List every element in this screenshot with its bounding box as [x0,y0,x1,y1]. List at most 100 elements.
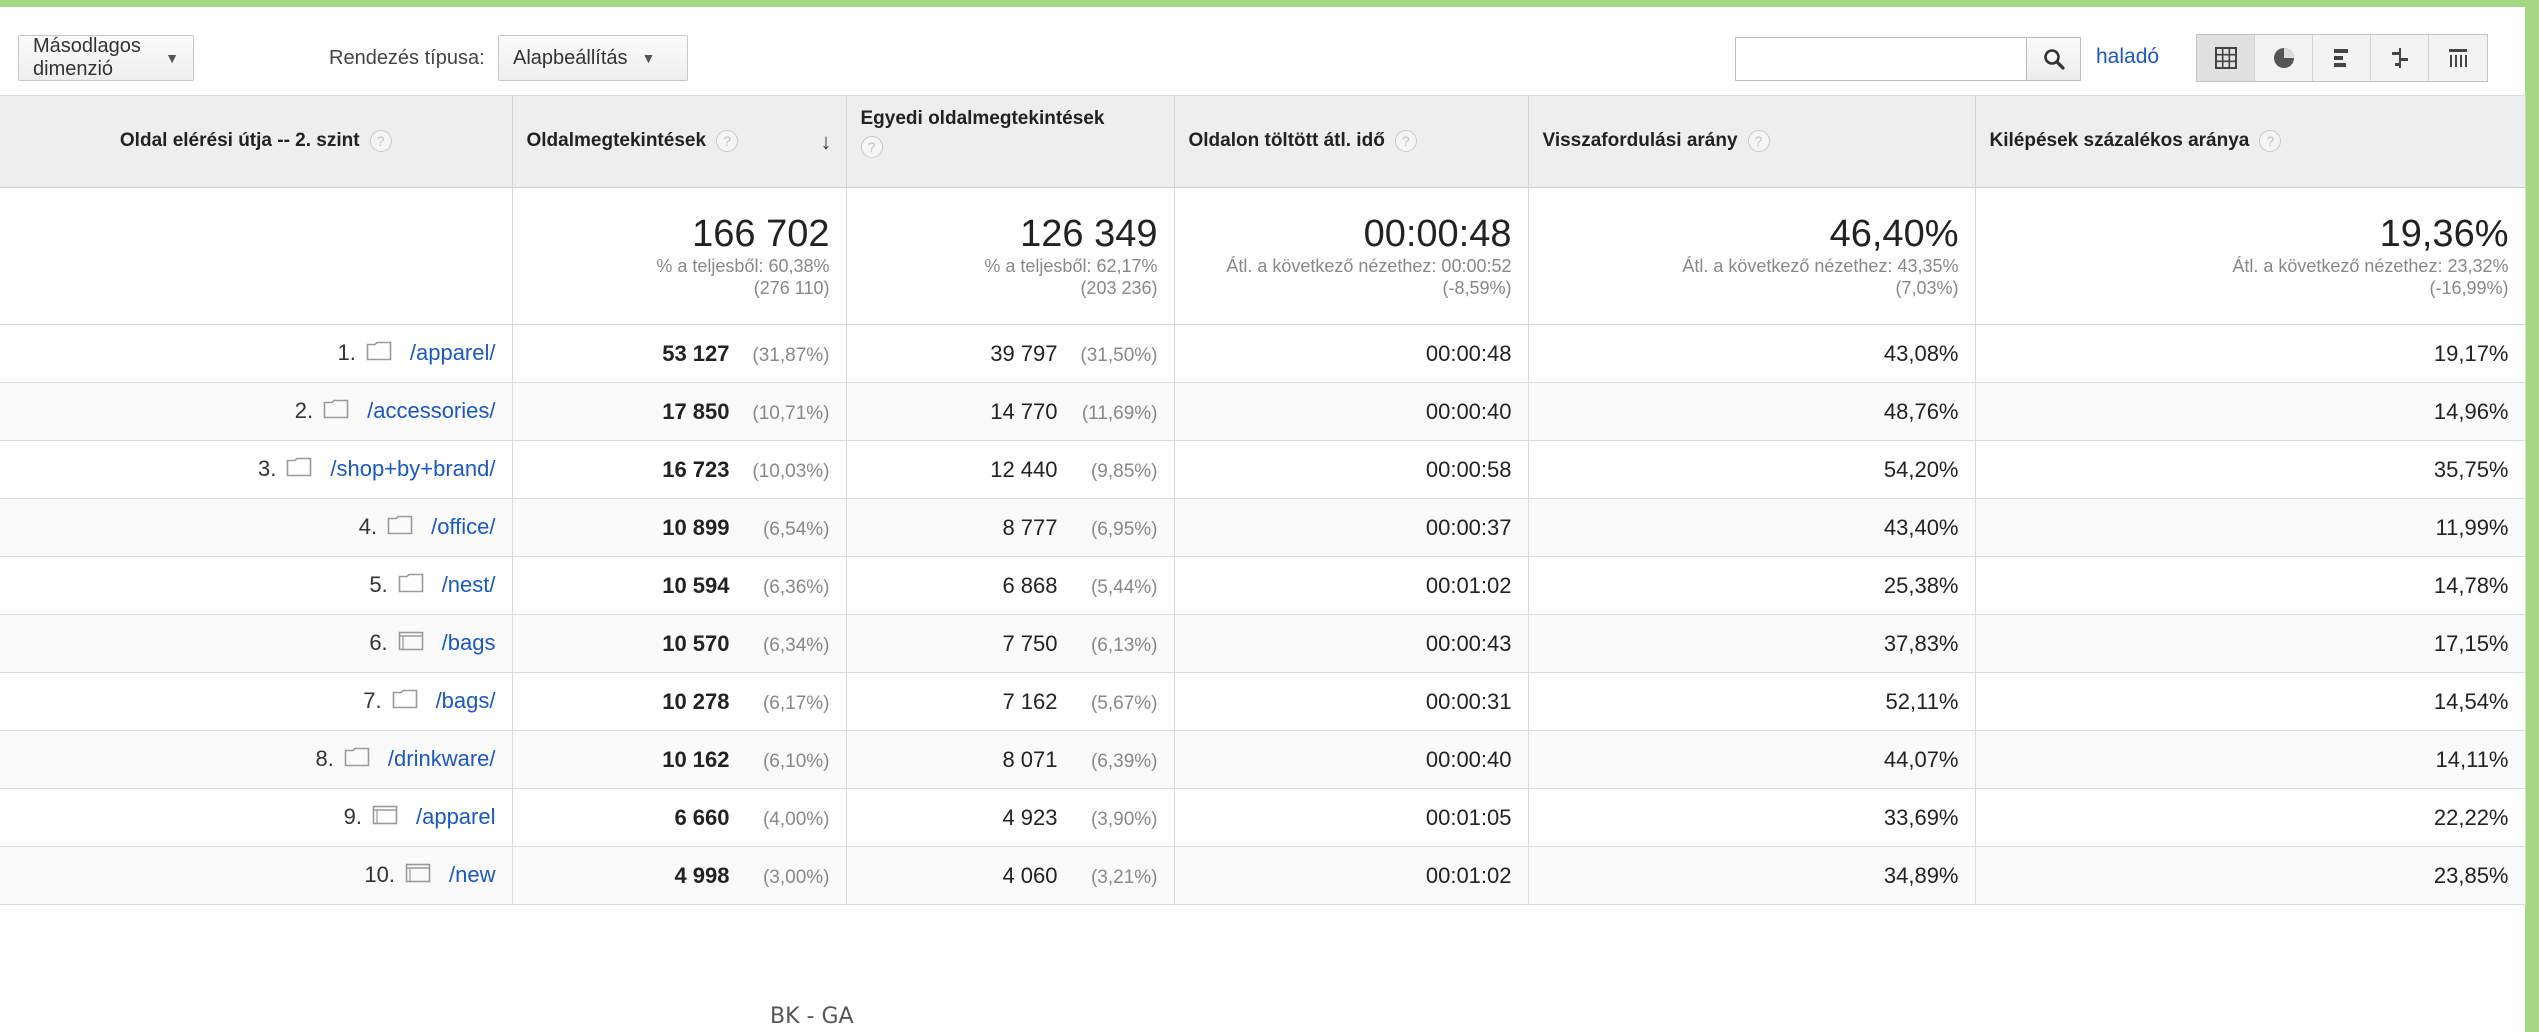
right-accent-bar [2525,0,2539,1032]
search-button[interactable] [2027,37,2081,81]
row-number: 7. [363,687,382,713]
help-icon[interactable]: ? [2259,130,2282,153]
avg-time-cell: 00:00:43 [1174,614,1529,673]
sort-type-dropdown[interactable]: Alapbeállítás ▼ [498,35,688,81]
bounce-rate-cell: 34,89% [1528,846,1976,905]
help-icon[interactable]: ? [1747,130,1770,153]
row-number: 4. [358,513,378,539]
table-view-switcher [2196,34,2488,82]
secondary-dimension-label: Másodlagos dimenzió [33,35,141,80]
exit-rate-cell: 14,78% [1975,556,2526,615]
column-header-page-path[interactable]: Oldal elérési útja -- 2. szint? [0,95,513,188]
totals-bounce-rate: 46,40% Átl. a következő nézethez: 43,35%… [1528,187,1976,325]
page-path-link[interactable]: /bags/ [436,688,496,713]
help-icon[interactable]: ? [716,130,739,153]
row-number: 3. [258,455,277,481]
unique-pageviews-cell: 4 923 (3,90%) [846,788,1175,847]
report-table: Oldal elérési útja -- 2. szint? Oldalmeg… [0,95,2526,905]
watermark-text: BK - GA [770,1004,854,1029]
table-row: 8. /drinkware/10 162 (6,10%) 8 071 (6,39%) 00… [0,730,2526,789]
page-path-link[interactable]: /accessories/ [367,398,495,423]
column-header-avg-time[interactable]: Oldalon töltött átl. idő? [1174,95,1529,188]
advanced-filter-link[interactable]: haladó [2096,45,2159,69]
page-path-link[interactable]: /drinkware/ [388,746,496,771]
page-icon [398,631,424,657]
row-number: 2. [294,397,314,423]
page-path-link[interactable]: /nest/ [442,572,496,597]
page-icon [372,805,398,831]
table-body: 1./apparel/53 127 (31,87%) 39 797 (31,50%) 0… [0,324,2526,905]
table-row: 10. /new 4 998 (3,00%) 4 060 (3,21%) 00:01:02 3… [0,846,2526,905]
search-icon [2043,49,2065,70]
view-bar-button[interactable] [2313,35,2371,81]
table-header-row: Oldal elérési útja -- 2. szint? Oldalmeg… [0,95,2526,188]
help-icon[interactable]: ? [860,136,883,158]
page-path-cell: 4. /office/ [0,498,513,557]
column-header-exit-rate[interactable]: Kilépések százalékos aránya? [1975,95,2526,188]
page-icon [405,863,431,889]
unique-pageviews-cell: 7 162 (5,67%) [846,672,1175,731]
totals-label-cell [0,187,513,325]
pageviews-cell: 4 998 (3,00%) [512,846,847,905]
exit-rate-cell: 22,22% [1975,788,2526,847]
pageviews-cell: 10 278 (6,17%) [512,672,847,731]
table-row: 6. /bags 10 570 (6,34%) 7 750 (6,13%) 00:00:43… [0,614,2526,673]
folder-icon [366,341,392,367]
unique-pageviews-cell: 39 797 (31,50%) [846,324,1175,383]
table-row: 1. /apparel/53 127 (31,87%) 39 797 (31,50%) 0… [0,324,2526,383]
folder-icon [344,747,370,773]
page-path-cell: 6. /bags [0,614,513,673]
avg-time-cell: 00:01:02 [1174,846,1529,905]
row-number: 8. [315,745,334,771]
page-path-cell: 5. /nest/ [0,556,513,615]
bounce-rate-cell: 25,38% [1528,556,1976,615]
avg-time-cell: 00:00:48 [1174,324,1529,383]
exit-rate-cell: 19,17% [1975,324,2526,383]
help-icon[interactable]: ? [1394,130,1417,153]
bounce-rate-cell: 43,08% [1528,324,1976,383]
table-row: 4. /office/10 899 (6,54%) 8 777 (6,95%) 00:00… [0,498,2526,557]
exit-rate-cell: 14,54% [1975,672,2526,731]
pageviews-cell: 17 850 (10,71%) [512,382,847,441]
chevron-down-icon: ▼ [641,50,656,66]
page-path-link[interactable]: /shop+by+brand/ [330,456,495,481]
totals-exit-rate: 19,36% Átl. a következő nézethez: 23,32%… [1975,187,2526,325]
totals-pageviews: 166 702 % a teljesből: 60,38% (276 110) [512,187,847,325]
pageviews-cell: 6 660 (4,00%) [512,788,847,847]
comparison-icon [2391,48,2408,68]
folder-icon [387,515,413,541]
view-comparison-button[interactable] [2371,35,2429,81]
unique-pageviews-cell: 6 868 (5,44%) [846,556,1175,615]
unique-pageviews-cell: 4 060 (3,21%) [846,846,1175,905]
column-header-pageviews[interactable]: Oldalmegtekintések? ↓ [512,95,847,188]
secondary-dimension-dropdown[interactable]: Másodlagos dimenzió ▼ [18,35,194,81]
row-number: 5. [369,571,388,597]
chevron-down-icon: ▼ [165,50,179,66]
avg-time-cell: 00:00:40 [1174,730,1529,789]
page-path-link[interactable]: /new [449,862,495,887]
view-pivot-button[interactable] [2429,35,2487,81]
folder-icon [392,689,418,715]
column-header-bounce-rate[interactable]: Visszafordulási arány? [1528,95,1976,188]
sort-descending-icon: ↓ [820,128,832,154]
page-path-link[interactable]: /bags [442,630,496,655]
avg-time-cell: 00:00:58 [1174,440,1529,499]
grid-icon [2214,47,2237,69]
unique-pageviews-cell: 12 440 (9,85%) [846,440,1175,499]
view-pie-button[interactable] [2255,35,2313,81]
row-number: 9. [343,803,362,829]
page-path-cell: 10. /new [0,846,513,905]
table-search-input[interactable] [1735,37,2027,81]
bounce-rate-cell: 37,83% [1528,614,1976,673]
page-path-link[interactable]: /apparel [416,804,496,829]
view-table-button[interactable] [2197,35,2255,81]
pageviews-cell: 10 570 (6,34%) [512,614,847,673]
page-path-cell: 2. /accessories/ [0,382,513,441]
unique-pageviews-cell: 8 071 (6,39%) [846,730,1175,789]
page-path-link[interactable]: /office/ [431,514,495,539]
bounce-rate-cell: 44,07% [1528,730,1976,789]
help-icon[interactable]: ? [369,130,392,153]
column-header-unique-pageviews[interactable]: Egyedi oldalmegtekintések ? [846,95,1175,188]
folder-icon [286,457,312,483]
page-path-link[interactable]: /apparel/ [410,340,496,365]
